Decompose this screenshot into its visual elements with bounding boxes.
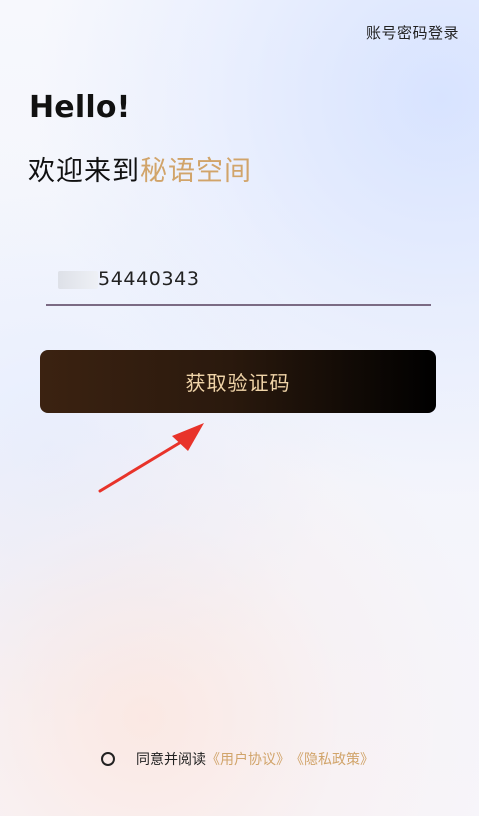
agreement-prefix: 同意并阅读 bbox=[136, 752, 206, 768]
phone-input-row[interactable]: 54440343 bbox=[46, 258, 431, 306]
page-title: Hello! bbox=[29, 90, 131, 125]
agreement-radio[interactable] bbox=[101, 752, 115, 766]
agreement-row: 同意并阅读 《用户协议》 《隐私政策》 bbox=[101, 749, 374, 769]
annotation-arrow-head bbox=[172, 423, 204, 451]
annotation-arrow-shaft bbox=[98, 434, 193, 493]
annotation-arrow-icon bbox=[98, 423, 204, 493]
phone-number-mask bbox=[58, 271, 98, 289]
welcome-prefix: 欢迎来到 bbox=[28, 156, 140, 187]
get-verification-code-button[interactable]: 获取验证码 bbox=[40, 350, 436, 413]
phone-input[interactable]: 54440343 bbox=[98, 268, 200, 290]
phone-input-underline bbox=[46, 304, 431, 306]
brand-name: 秘语空间 bbox=[140, 156, 252, 187]
privacy-policy-link[interactable]: 《隐私政策》 bbox=[290, 749, 374, 769]
user-agreement-link[interactable]: 《用户协议》 bbox=[206, 749, 290, 769]
welcome-heading: 欢迎来到秘语空间 bbox=[28, 149, 252, 188]
account-password-login-link[interactable]: 账号密码登录 bbox=[366, 22, 459, 43]
